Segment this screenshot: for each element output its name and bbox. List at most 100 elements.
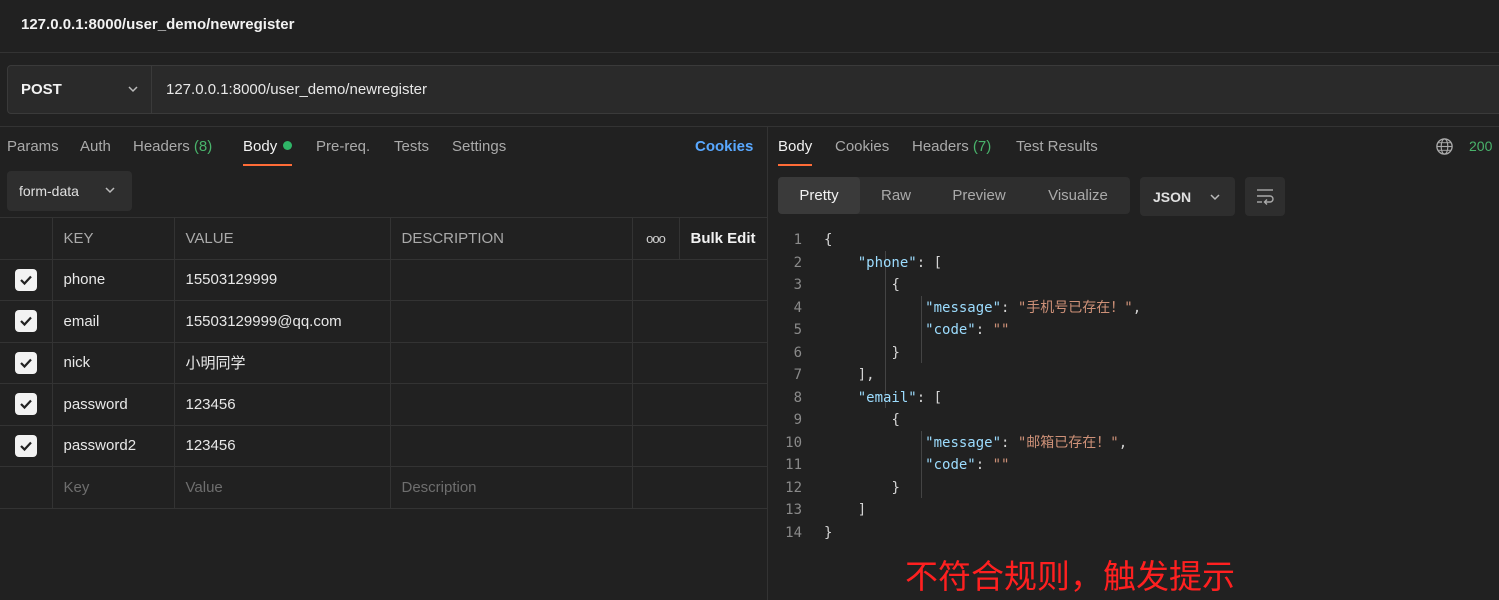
value-cell[interactable]: 小明同学: [174, 341, 391, 384]
title-bar: 127.0.0.1:8000/user_demo/newregister: [0, 0, 1499, 53]
check-icon: [19, 275, 32, 285]
request-title[interactable]: 127.0.0.1:8000/user_demo/newregister: [21, 16, 295, 33]
table-row: phone 15503129999: [0, 258, 768, 301]
headers-count: (8): [193, 138, 213, 155]
tab-params[interactable]: Params: [7, 138, 59, 155]
description-cell[interactable]: [390, 424, 633, 467]
row-actions-cell: [632, 341, 768, 384]
description-cell[interactable]: [390, 341, 633, 384]
chevron-down-icon: [105, 187, 115, 194]
key-cell[interactable]: password2: [52, 424, 175, 467]
bulk-edit-label: Bulk Edit: [690, 229, 756, 247]
body-type-label: form-data: [19, 183, 79, 199]
view-preview-button[interactable]: Preview: [932, 177, 1026, 214]
header-checkbox-cell: [0, 217, 53, 259]
code-line: 1{: [793, 232, 833, 248]
code-line: 6 }: [793, 344, 900, 361]
value-input[interactable]: Value: [174, 466, 391, 509]
response-tab-body[interactable]: Body: [778, 138, 813, 166]
tab-prereq[interactable]: Pre-req.: [316, 138, 370, 155]
key-cell[interactable]: password: [52, 383, 175, 425]
code-line: 12 }: [785, 479, 900, 496]
code-line: 5 "code": "": [793, 322, 1010, 338]
column-header-value: VALUE: [174, 217, 391, 259]
more-options-button[interactable]: ooo: [632, 217, 680, 259]
format-select[interactable]: JSON: [1140, 177, 1235, 216]
tab-headers-label: Headers: [133, 138, 190, 155]
bulk-edit-button[interactable]: Bulk Edit: [679, 217, 768, 259]
view-visualize-button[interactable]: Visualize: [1026, 177, 1130, 214]
row-checkbox[interactable]: [14, 434, 37, 457]
description-cell[interactable]: [390, 300, 633, 342]
table-row: nick 小明同学: [0, 341, 768, 384]
check-icon: [19, 400, 32, 410]
key-cell[interactable]: nick: [52, 341, 175, 384]
tab-tests[interactable]: Tests: [394, 138, 429, 155]
chevron-down-icon: [1210, 194, 1220, 201]
code-line: 10 "message": "邮箱已存在！",: [785, 434, 1128, 451]
url-bar: POST 127.0.0.1:8000/user_demo/newregiste…: [7, 65, 1499, 114]
row-checkbox[interactable]: [14, 393, 37, 416]
status-code[interactable]: 200: [1469, 138, 1492, 154]
row-actions-cell: [632, 466, 768, 509]
response-tab-headers-label: Headers: [912, 138, 969, 155]
code-line: 13 ]: [785, 502, 867, 518]
code-line: 3 {: [793, 277, 900, 293]
table-row: password 123456: [0, 383, 768, 425]
url-input[interactable]: 127.0.0.1:8000/user_demo/newregister: [152, 66, 427, 113]
row-actions-cell: [632, 300, 768, 342]
wrap-lines-icon: [1257, 189, 1274, 205]
tab-body[interactable]: Body: [243, 138, 293, 166]
view-raw-button[interactable]: Raw: [860, 177, 932, 214]
view-pretty-button[interactable]: Pretty: [778, 177, 860, 214]
key-input[interactable]: Key: [52, 466, 175, 509]
response-body-code[interactable]: 1{ 2 "phone": [ 3 { 4 "message": "手机号已存在…: [778, 229, 1498, 544]
table-row: password2 123456: [0, 424, 768, 467]
description-input[interactable]: Description: [390, 466, 633, 509]
value-cell[interactable]: 15503129999: [174, 258, 391, 301]
tab-auth[interactable]: Auth: [80, 138, 111, 155]
table-row-empty: Key Value Description: [0, 466, 768, 509]
row-actions-cell: [632, 258, 768, 301]
row-actions-cell: [632, 383, 768, 425]
response-headers-count: (7): [972, 138, 992, 155]
row-actions-cell: [632, 424, 768, 467]
value-cell[interactable]: 15503129999@qq.com: [174, 300, 391, 342]
format-label: JSON: [1153, 188, 1192, 205]
key-cell[interactable]: email: [52, 300, 175, 342]
method-label: POST: [21, 81, 62, 98]
code-line: 14}: [785, 524, 833, 541]
code-line: 9 {: [793, 412, 900, 428]
column-header-description: DESCRIPTION: [390, 217, 633, 259]
more-icon: ooo: [646, 230, 666, 246]
form-data-table: KEY VALUE DESCRIPTION ooo Bulk Edit phon…: [0, 217, 768, 509]
key-cell[interactable]: phone: [52, 258, 175, 301]
value-cell[interactable]: 123456: [174, 424, 391, 467]
cookies-link[interactable]: Cookies: [695, 138, 753, 155]
description-cell[interactable]: [390, 258, 633, 301]
modified-dot-icon: [283, 141, 293, 150]
row-checkbox[interactable]: [14, 351, 37, 374]
method-select[interactable]: POST: [8, 66, 152, 113]
body-type-select[interactable]: form-data: [7, 171, 132, 211]
code-line: 11 "code": "": [785, 457, 1010, 473]
value-cell[interactable]: 123456: [174, 383, 391, 425]
view-mode-control: Pretty Raw Preview Visualize: [778, 177, 1130, 214]
code-line: 2 "phone": [: [793, 254, 943, 271]
divider: [0, 126, 1499, 127]
table-row: email 15503129999@qq.com: [0, 300, 768, 342]
table-header-row: KEY VALUE DESCRIPTION ooo Bulk Edit: [0, 217, 768, 259]
response-tab-headers[interactable]: Headers (7): [912, 138, 991, 155]
code-line: 4 "message": "手机号已存在！",: [793, 299, 1142, 316]
response-tab-test-results[interactable]: Test Results: [1016, 138, 1098, 155]
tab-settings[interactable]: Settings: [452, 138, 506, 155]
empty-checkbox-cell: [0, 466, 53, 509]
wrap-lines-button[interactable]: [1245, 177, 1285, 216]
globe-icon[interactable]: [1435, 137, 1454, 156]
description-cell[interactable]: [390, 383, 633, 425]
row-checkbox[interactable]: [14, 268, 37, 291]
row-checkbox[interactable]: [14, 310, 37, 333]
response-tab-cookies[interactable]: Cookies: [835, 138, 889, 155]
check-icon: [19, 317, 32, 327]
tab-headers[interactable]: Headers (8): [133, 138, 212, 155]
